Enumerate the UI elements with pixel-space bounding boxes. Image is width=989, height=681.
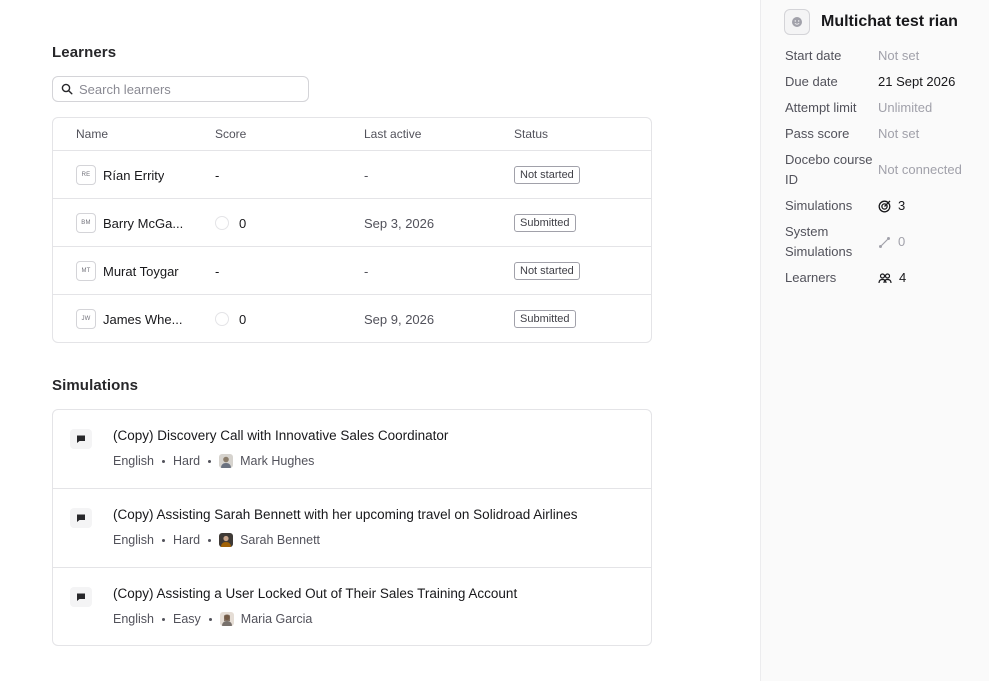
search-box[interactable] [52,76,309,102]
chat-icon [70,429,92,449]
initials-avatar: JW [76,309,96,329]
learner-last-active: - [364,167,369,183]
system-simulations-value: 0 [898,234,906,249]
learner-last-active: Sep 3, 2026 [364,215,435,231]
pass-score-value: Not set [878,126,920,141]
users-icon [878,272,892,283]
simulation-item[interactable]: (Copy) Discovery Call with Innovative Sa… [53,410,651,489]
column-header-score[interactable]: Score [215,127,246,141]
column-header-name[interactable]: Name [76,127,108,141]
learner-score: 0 [239,215,247,231]
attempt-limit-value: Unlimited [878,100,933,115]
score-ring-icon [215,312,229,326]
assignment-title: Multichat test rian [821,13,958,30]
learners-value: 4 [899,270,907,285]
score-ring-icon [215,216,229,230]
table-row[interactable]: JW James Whe... 0 Sep 9, 2026 Submitted [53,295,651,342]
details-panel: Multichat test rian Start date Not set D… [760,0,989,681]
simulation-meta: English Hard Mark Hughes [113,454,314,468]
learner-name: Murat Toygar [103,263,179,279]
chat-icon [70,508,92,528]
learner-last-active: - [364,263,369,279]
due-date-value: 21 Sept 2026 [878,74,956,89]
simulation-difficulty: Hard [173,454,201,468]
route-icon [879,236,890,248]
learner-last-active: Sep 9, 2026 [364,311,435,327]
table-row[interactable]: BM Barry McGa... 0 Sep 3, 2026 Submitted [53,199,651,247]
table-header: Name Score Last active Status [53,118,651,151]
learners-count: 4 [878,268,906,288]
simulations-list: (Copy) Discovery Call with Innovative Sa… [52,409,652,646]
start-date-label: Start date [785,48,842,63]
simulation-meta: English Easy Maria Garcia [113,612,312,626]
system-simulations-count: 0 [878,232,905,252]
initials-avatar: MT [76,261,96,281]
status-badge: Submitted [514,310,576,328]
status-badge: Submitted [514,214,576,232]
persona-name: Maria Garcia [240,612,313,626]
simulation-item[interactable]: (Copy) Assisting a User Locked Out of Th… [53,568,651,645]
status-badge: Not started [514,166,580,184]
simulations-heading: Simulations [52,377,139,394]
learner-score: - [215,263,220,279]
search-input[interactable] [79,81,299,97]
learner-score: 0 [239,311,247,327]
learner-name: Barry McGa... [103,215,184,231]
chat-icon [70,587,92,607]
simulations-label: Simulations [785,198,853,213]
simulation-meta: English Hard Sarah Bennett [113,533,320,547]
persona-avatar [219,454,234,468]
simulation-title: (Copy) Discovery Call with Innovative Sa… [113,428,449,443]
persona-avatar [219,612,234,626]
persona-name: Sarah Bennett [240,533,321,547]
simulations-value: 3 [898,198,906,213]
column-header-status[interactable]: Status [514,127,548,141]
simulation-title: (Copy) Assisting a User Locked Out of Th… [113,586,518,601]
pass-score-label: Pass score [785,126,850,141]
initials-avatar: RE [76,165,96,185]
smiley-icon [784,9,810,35]
table-row[interactable]: RE Rían Errity - - Not started [53,151,651,199]
simulations-count: 3 [878,196,905,216]
learners-table: Name Score Last active Status RE Rían Err… [52,117,652,343]
simulation-language: English [113,533,154,547]
simulation-difficulty: Hard [173,533,201,547]
persona-avatar [219,533,234,547]
learners-label: Learners [785,270,837,285]
learner-score: - [215,167,220,183]
table-row[interactable]: MT Murat Toygar - - Not started [53,247,651,295]
docebo-value: Not connected [878,162,962,177]
learners-heading: Learners [52,44,117,61]
target-icon [878,200,891,212]
simulation-difficulty: Easy [173,612,201,626]
search-icon [61,83,73,95]
docebo-label: Docebo course ID [785,152,873,187]
simulation-title: (Copy) Assisting Sarah Bennett with her … [113,507,578,522]
simulation-item[interactable]: (Copy) Assisting Sarah Bennett with her … [53,489,651,568]
status-badge: Not started [514,262,580,280]
persona-name: Mark Hughes [240,454,315,468]
due-date-label: Due date [785,74,838,89]
start-date-value: Not set [878,48,920,63]
panel-header: Multichat test rian [784,9,958,35]
learner-name: James Whe... [103,311,183,327]
simulation-language: English [113,612,154,626]
main-content: Learners Name Score Last active Status R… [0,0,760,681]
system-simulations-label: System Simulations [785,224,853,259]
attempt-limit-label: Attempt limit [785,100,857,115]
learner-name: Rían Errity [103,167,165,183]
column-header-last-active[interactable]: Last active [364,127,421,141]
simulation-language: English [113,454,154,468]
initials-avatar: BM [76,213,96,233]
